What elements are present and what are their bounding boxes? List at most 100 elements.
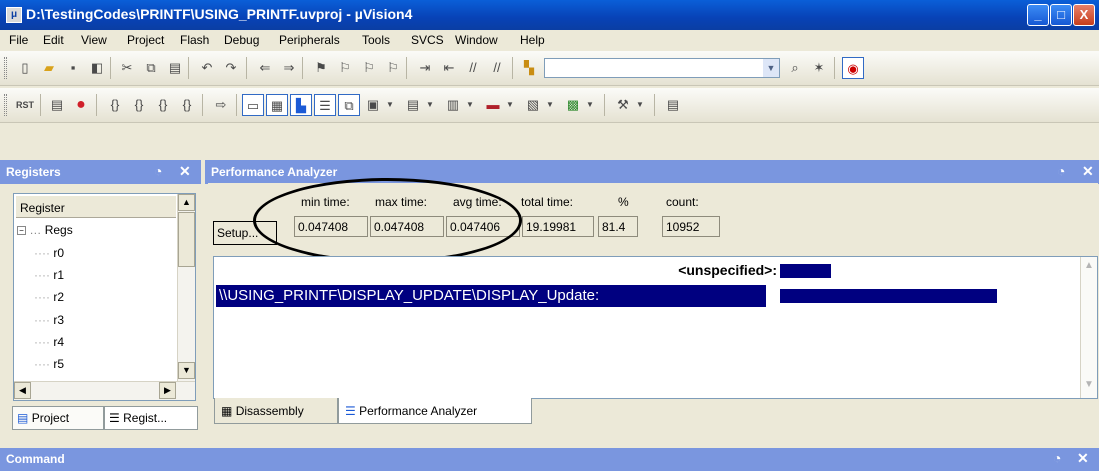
menu-file[interactable]: File bbox=[9, 33, 28, 47]
find-icon[interactable]: ⌕ bbox=[784, 57, 806, 79]
function-row-label[interactable]: <unspecified>: bbox=[678, 262, 777, 278]
chevron-down-icon[interactable]: ▼ bbox=[763, 59, 779, 77]
run-to-cursor-icon[interactable]: {} bbox=[176, 94, 198, 116]
tab-performance-analyzer[interactable]: ☰ Performance Analyzer bbox=[338, 398, 532, 424]
find-in-files-icon[interactable]: ▚ bbox=[518, 57, 540, 79]
registers-vertical-scrollbar[interactable]: ▲ ▼ bbox=[177, 194, 195, 381]
chevron-down-icon[interactable]: ▼ bbox=[384, 94, 396, 116]
tab-project[interactable]: ▤ Project bbox=[12, 406, 104, 430]
chevron-down-icon[interactable]: ▼ bbox=[464, 94, 476, 116]
collapse-icon[interactable]: − bbox=[17, 226, 26, 236]
pin-icon[interactable]: ◔ bbox=[1053, 450, 1061, 466]
toolbar-grip[interactable] bbox=[4, 94, 7, 116]
menu-help[interactable]: Help bbox=[520, 33, 545, 47]
registers-horizontal-scrollbar[interactable]: ◀ ▶ bbox=[14, 381, 195, 400]
tab-registers[interactable]: ☰ Regist... bbox=[104, 406, 198, 430]
pin-icon[interactable]: ◔ bbox=[1057, 163, 1065, 179]
close-icon[interactable]: ✕ bbox=[1077, 450, 1089, 467]
menu-debug[interactable]: Debug bbox=[224, 33, 259, 47]
menu-peripherals[interactable]: Peripherals bbox=[279, 33, 340, 47]
step-into-icon[interactable]: {} bbox=[104, 94, 126, 116]
scroll-down-icon[interactable]: ▼ bbox=[178, 362, 195, 379]
system-viewer-icon[interactable]: ▩ bbox=[562, 94, 584, 116]
step-over-icon[interactable]: {} bbox=[128, 94, 150, 116]
save-icon[interactable]: ▪ bbox=[62, 57, 84, 79]
stop-icon[interactable]: ● bbox=[70, 94, 92, 116]
copy-icon[interactable]: ⧉ bbox=[140, 57, 162, 79]
incremental-find-icon[interactable]: ✶ bbox=[808, 57, 830, 79]
run-icon[interactable]: ▤ bbox=[46, 94, 68, 116]
menu-edit[interactable]: Edit bbox=[43, 33, 64, 47]
menu-flash[interactable]: Flash bbox=[180, 33, 209, 47]
nav-forward-icon[interactable]: ⇒ bbox=[278, 57, 300, 79]
close-icon[interactable]: ✕ bbox=[179, 163, 191, 180]
serial-window-icon[interactable]: ▥ bbox=[442, 94, 464, 116]
menu-svcs[interactable]: SVCS bbox=[411, 33, 444, 47]
disassembly-window-icon[interactable]: ▦ bbox=[266, 94, 288, 116]
scroll-thumb[interactable] bbox=[178, 212, 195, 267]
cut-icon[interactable]: ✂ bbox=[116, 57, 138, 79]
debug-session-icon[interactable]: ◉ bbox=[842, 57, 864, 79]
toolbox-icon[interactable]: ⚒ bbox=[612, 94, 634, 116]
analysis-window-icon[interactable]: ▬ bbox=[482, 94, 504, 116]
memory-window-icon[interactable]: ▤ bbox=[402, 94, 424, 116]
reset-icon[interactable]: RST bbox=[14, 94, 36, 116]
bookmark-clear-icon[interactable]: ⚐ bbox=[382, 57, 404, 79]
close-icon[interactable]: ✕ bbox=[1082, 163, 1094, 180]
step-out-icon[interactable]: {} bbox=[152, 94, 174, 116]
menu-window[interactable]: Window bbox=[455, 33, 498, 47]
scroll-right-icon[interactable]: ▶ bbox=[159, 382, 176, 399]
chevron-down-icon[interactable]: ▼ bbox=[584, 94, 596, 116]
tree-item-r3[interactable]: ···· r3 bbox=[34, 313, 64, 327]
bookmark-toggle-icon[interactable]: ⚑ bbox=[310, 57, 332, 79]
menu-project[interactable]: Project bbox=[127, 33, 164, 47]
watch-window-icon[interactable]: ▣ bbox=[362, 94, 384, 116]
chevron-down-icon[interactable]: ▼ bbox=[544, 94, 556, 116]
menu-tools[interactable]: Tools bbox=[362, 33, 390, 47]
new-file-icon[interactable]: ▯ bbox=[14, 57, 36, 79]
function-list-scrollbar[interactable]: ▲ ▼ bbox=[1080, 257, 1097, 398]
function-list[interactable]: <unspecified>: \\USING_PRINTF\DISPLAY_UP… bbox=[213, 256, 1098, 399]
scroll-down-icon[interactable]: ▼ bbox=[1084, 379, 1094, 390]
tree-item-r1[interactable]: ···· r1 bbox=[34, 268, 64, 282]
tree-item-r5[interactable]: ···· r5 bbox=[34, 357, 64, 371]
call-stack-window-icon[interactable]: ⧉ bbox=[338, 94, 360, 116]
open-folder-icon[interactable]: ▰ bbox=[38, 57, 60, 79]
menu-view[interactable]: View bbox=[81, 33, 107, 47]
registers-window-icon[interactable]: ☰ bbox=[314, 94, 336, 116]
nav-back-icon[interactable]: ⇐ bbox=[254, 57, 276, 79]
chevron-down-icon[interactable]: ▼ bbox=[424, 94, 436, 116]
registers-tree[interactable]: Register − … Regs ···· r0 ···· r1 ···· r… bbox=[13, 193, 196, 401]
command-window-icon[interactable]: ▭ bbox=[242, 94, 264, 116]
tree-item-r4[interactable]: ···· r4 bbox=[34, 335, 64, 349]
tree-item-r2[interactable]: ···· r2 bbox=[34, 290, 64, 304]
debug-restore-views-icon[interactable]: ▤ bbox=[662, 94, 684, 116]
toolbar-grip[interactable] bbox=[4, 57, 7, 79]
indent-icon[interactable]: ⇥ bbox=[414, 57, 436, 79]
unindent-icon[interactable]: ⇤ bbox=[438, 57, 460, 79]
scroll-up-icon[interactable]: ▲ bbox=[1084, 260, 1094, 271]
show-next-statement-icon[interactable]: ⇨ bbox=[210, 94, 232, 116]
tree-item-r0[interactable]: ···· r0 bbox=[34, 246, 64, 260]
function-row-label[interactable]: \\USING_PRINTF\DISPLAY_UPDATE\DISPLAY_Up… bbox=[216, 285, 766, 307]
register-column-header[interactable]: Register bbox=[16, 196, 176, 218]
trace-window-icon[interactable]: ▧ bbox=[522, 94, 544, 116]
pin-icon[interactable]: ◔ bbox=[154, 163, 162, 179]
maximize-button[interactable]: □ bbox=[1050, 4, 1072, 26]
scroll-up-icon[interactable]: ▲ bbox=[178, 194, 195, 211]
undo-icon[interactable]: ↶ bbox=[196, 57, 218, 79]
close-button[interactable]: X bbox=[1073, 4, 1095, 26]
tree-root-regs[interactable]: − … Regs bbox=[17, 223, 73, 237]
chevron-down-icon[interactable]: ▼ bbox=[634, 94, 646, 116]
uvision-app-icon[interactable]: μ bbox=[6, 7, 22, 23]
bookmark-next-icon[interactable]: ⚐ bbox=[358, 57, 380, 79]
save-all-icon[interactable]: ◧ bbox=[86, 57, 108, 79]
redo-icon[interactable]: ↷ bbox=[220, 57, 242, 79]
uncomment-icon[interactable]: // bbox=[486, 57, 508, 79]
comment-icon[interactable]: // bbox=[462, 57, 484, 79]
paste-icon[interactable]: ▤ bbox=[164, 57, 186, 79]
search-combo[interactable]: ▼ bbox=[544, 58, 780, 78]
scroll-left-icon[interactable]: ◀ bbox=[14, 382, 31, 399]
bookmark-prev-icon[interactable]: ⚐ bbox=[334, 57, 356, 79]
tab-disassembly[interactable]: ▦ Disassembly bbox=[214, 398, 338, 424]
